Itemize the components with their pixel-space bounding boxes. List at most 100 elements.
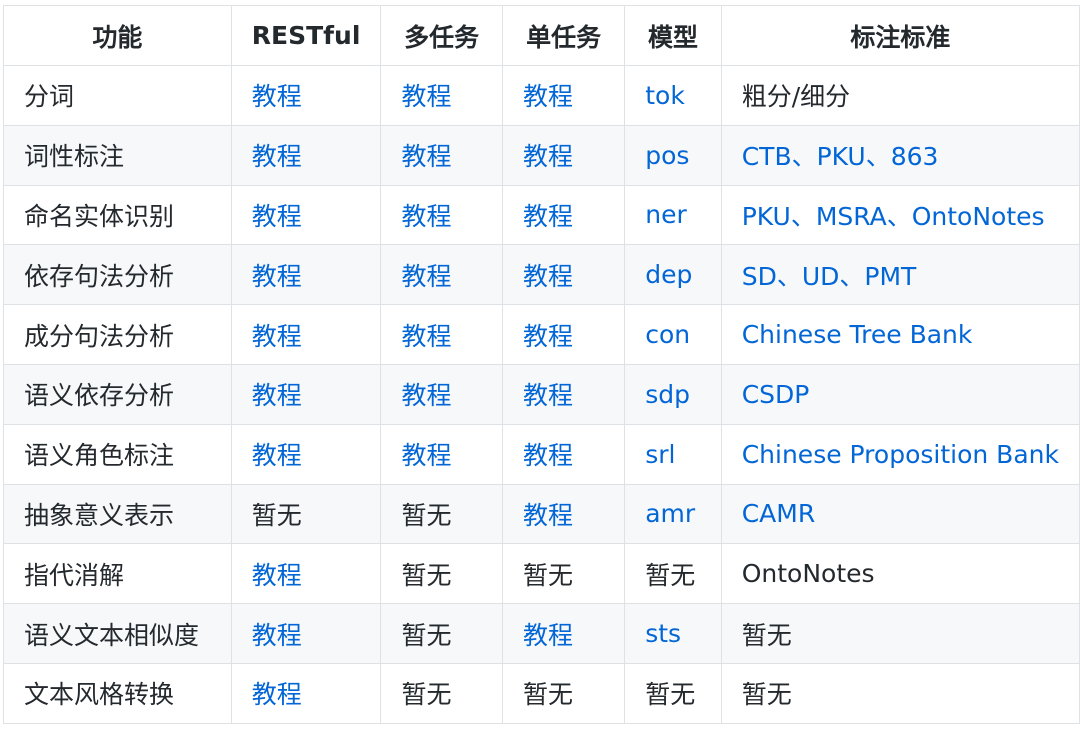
table-row: 分词 教程 教程 教程 tok 粗分/细分	[3, 65, 1080, 126]
header-cell: 多任务	[380, 5, 503, 66]
feature-cell: 依存句法分析	[3, 244, 232, 306]
restful-link[interactable]: 教程	[252, 322, 302, 351]
feature-cell: 语义文本相似度	[3, 603, 232, 664]
single-task-link[interactable]: 教程	[523, 322, 573, 351]
feature-cell: 文本风格转换	[3, 662, 232, 724]
model-link[interactable]: tok	[645, 81, 685, 110]
multi-task-cell: 教程	[380, 244, 503, 306]
multi-task-cell: 教程	[380, 184, 503, 246]
model-link[interactable]: amr	[645, 499, 695, 528]
single-task-cell: 教程	[501, 124, 626, 186]
header-cell: 标注标准	[720, 5, 1080, 66]
annotation-standard-cell: CTB、PKU、863	[720, 124, 1080, 186]
multi-task-link[interactable]: 教程	[401, 381, 451, 410]
feature-text: 成分句法分析	[24, 321, 175, 351]
feature-cell: 抽象意义表示	[3, 483, 232, 545]
model-cell: sts	[624, 603, 722, 664]
single-task-link[interactable]: 教程	[523, 82, 573, 111]
single-task-cell: 教程	[501, 423, 626, 485]
single-task-link[interactable]: 教程	[523, 501, 573, 530]
restful-link[interactable]: 教程	[252, 381, 302, 410]
restful-link[interactable]: 教程	[252, 680, 302, 709]
single-task-cell: 教程	[501, 603, 626, 664]
model-link[interactable]: dep	[645, 260, 692, 289]
table-row: 依存句法分析 教程 教程 教程 dep SD、UD、PMT	[3, 244, 1080, 306]
header-cell: 功能	[3, 5, 232, 66]
single-task-link[interactable]: 教程	[523, 441, 573, 470]
restful-link[interactable]: 教程	[252, 441, 302, 470]
feature-text: 语义角色标注	[24, 441, 175, 471]
feature-text: 语义文本相似度	[24, 620, 200, 650]
single-task-link[interactable]: 教程	[523, 621, 573, 650]
single-task-link[interactable]: 教程	[523, 381, 573, 410]
restful-link[interactable]: 教程	[252, 561, 302, 590]
annotation-standard-link[interactable]: CTB、PKU、863	[742, 142, 939, 171]
model-link[interactable]: sdp	[645, 380, 690, 409]
model-link[interactable]: pos	[645, 141, 689, 170]
single-task-text: 暂无	[522, 680, 573, 710]
annotation-standard-cell: 粗分/细分	[720, 65, 1080, 126]
header-cell: 单任务	[501, 5, 626, 66]
single-task-cell: 暂无	[501, 543, 626, 605]
annotation-standard-cell: Chinese Tree Bank	[720, 304, 1080, 365]
model-text: 暂无	[645, 560, 696, 590]
feature-text: 文本风格转换	[24, 680, 175, 710]
single-task-cell: 教程	[501, 483, 626, 545]
model-cell: sdp	[624, 363, 722, 425]
multi-task-link[interactable]: 教程	[401, 262, 451, 291]
single-task-link[interactable]: 教程	[523, 142, 573, 171]
table-header-row: 功能 RESTful 多任务 单任务 模型 标注标准	[3, 5, 1080, 66]
annotation-standard-cell: SD、UD、PMT	[720, 244, 1080, 306]
single-task-text: 暂无	[522, 560, 573, 590]
restful-cell: 教程	[230, 363, 382, 425]
single-task-cell: 教程	[501, 244, 626, 306]
multi-task-link[interactable]: 教程	[401, 202, 451, 231]
annotation-standard-cell: PKU、MSRA、OntoNotes	[720, 184, 1080, 246]
multi-task-link[interactable]: 教程	[401, 142, 451, 171]
model-link[interactable]: con	[645, 320, 690, 349]
table-row: 指代消解 教程 暂无 暂无 暂无 OntoNotes	[3, 543, 1080, 605]
header-cell: RESTful	[230, 5, 382, 66]
restful-cell: 暂无	[230, 483, 382, 545]
table-row: 语义依存分析 教程 教程 教程 sdp CSDP	[3, 363, 1080, 425]
model-cell: dep	[624, 244, 722, 306]
restful-cell: 教程	[230, 184, 382, 246]
single-task-link[interactable]: 教程	[523, 202, 573, 231]
model-cell: 暂无	[624, 662, 722, 724]
restful-link[interactable]: 教程	[252, 621, 302, 650]
annotation-standard-link[interactable]: CAMR	[742, 499, 816, 528]
annotation-standard-link[interactable]: PKU、MSRA、OntoNotes	[742, 202, 1045, 231]
annotation-standard-link[interactable]: Chinese Tree Bank	[742, 320, 973, 349]
multi-task-cell: 教程	[380, 363, 503, 425]
multi-task-cell: 教程	[380, 65, 503, 126]
model-link[interactable]: sts	[645, 619, 681, 648]
multi-task-text: 暂无	[401, 500, 452, 530]
multi-task-cell: 教程	[380, 304, 503, 365]
restful-link[interactable]: 教程	[252, 142, 302, 171]
annotation-standard-cell: 暂无	[720, 662, 1080, 724]
annotation-standard-cell: Chinese Proposition Bank	[720, 423, 1080, 485]
model-text: 暂无	[645, 680, 696, 710]
restful-link[interactable]: 教程	[252, 202, 302, 231]
restful-cell: 教程	[230, 65, 382, 126]
multi-task-link[interactable]: 教程	[401, 82, 451, 111]
model-link[interactable]: ner	[645, 200, 687, 229]
annotation-standard-link[interactable]: SD、UD、PMT	[742, 262, 917, 291]
annotation-standard-link[interactable]: Chinese Proposition Bank	[742, 440, 1059, 469]
multi-task-text: 暂无	[401, 680, 452, 710]
multi-task-cell: 教程	[380, 124, 503, 186]
restful-link[interactable]: 教程	[252, 82, 302, 111]
feature-text: 语义依存分析	[24, 381, 175, 411]
single-task-cell: 教程	[501, 304, 626, 365]
multi-task-cell: 教程	[380, 423, 503, 485]
model-cell: pos	[624, 124, 722, 186]
multi-task-link[interactable]: 教程	[401, 322, 451, 351]
single-task-link[interactable]: 教程	[523, 262, 573, 291]
single-task-cell: 教程	[501, 184, 626, 246]
restful-link[interactable]: 教程	[252, 262, 302, 291]
multi-task-text: 暂无	[401, 560, 452, 590]
table-row: 命名实体识别 教程 教程 教程 ner PKU、MSRA、OntoNotes	[3, 184, 1080, 246]
annotation-standard-link[interactable]: CSDP	[742, 380, 810, 409]
model-link[interactable]: srl	[645, 440, 675, 469]
multi-task-link[interactable]: 教程	[401, 441, 451, 470]
